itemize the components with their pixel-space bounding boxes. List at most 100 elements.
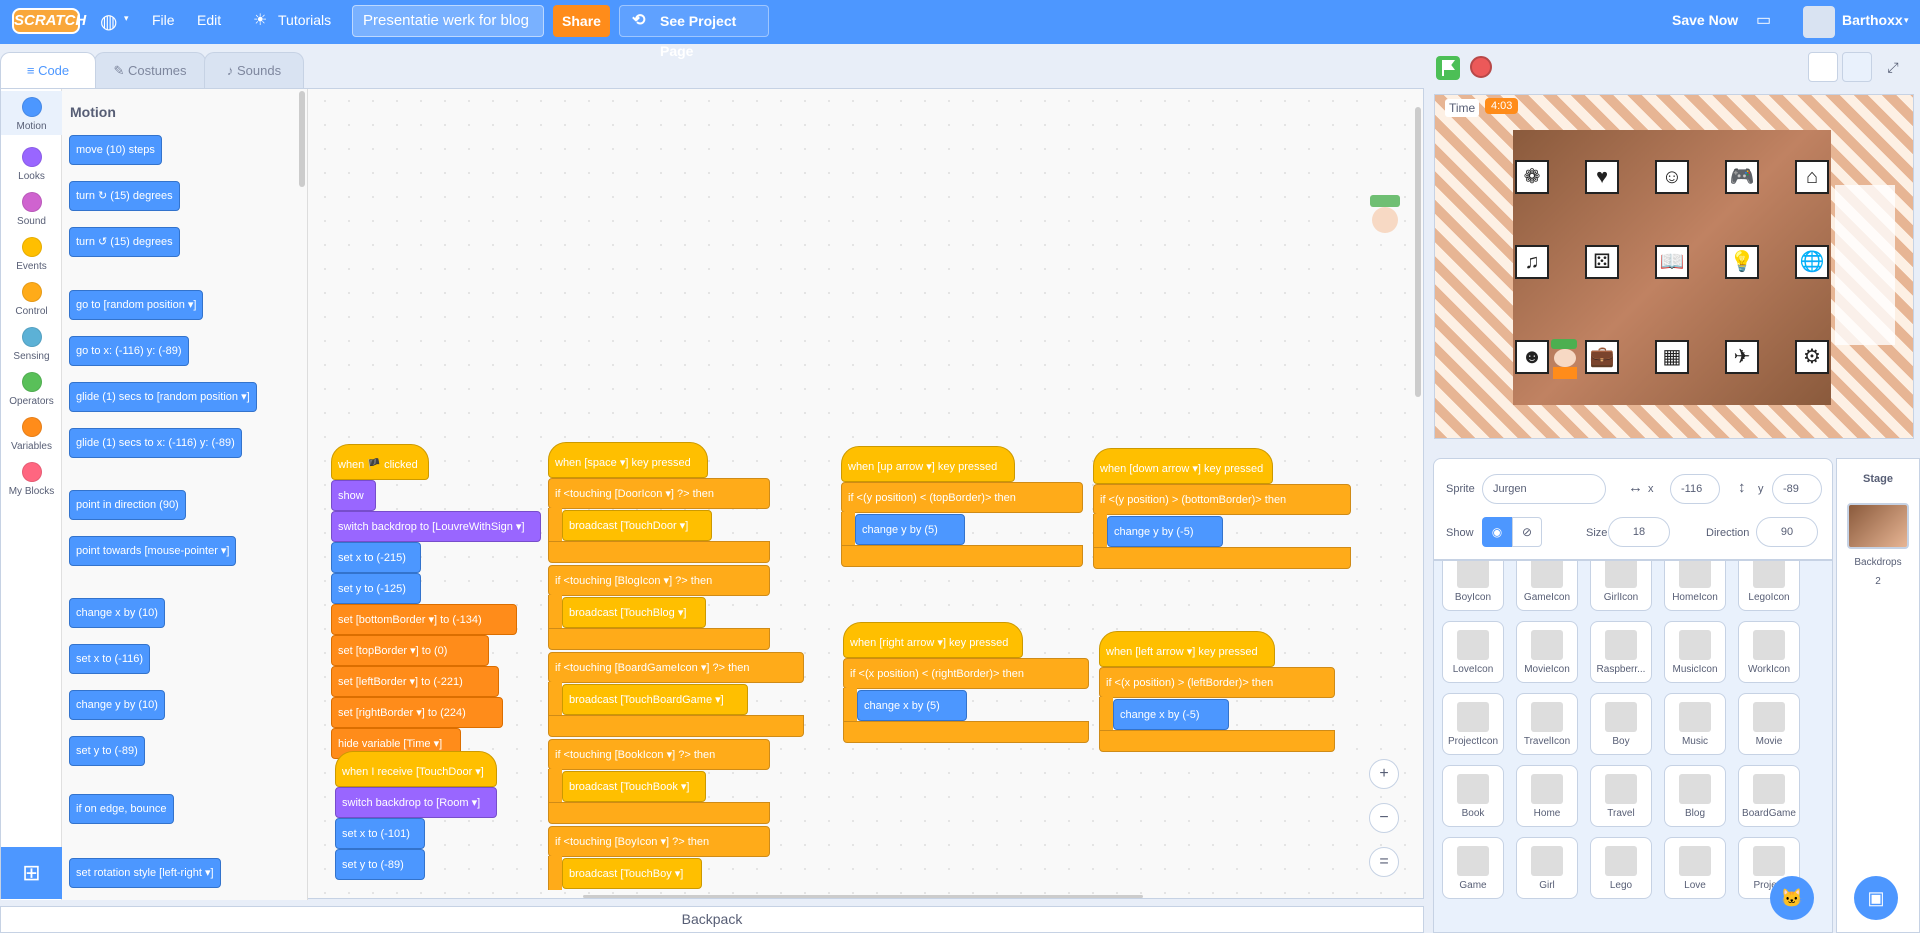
category-sound[interactable]: Sound bbox=[1, 186, 62, 227]
script-block[interactable]: set y to (-89) bbox=[335, 849, 425, 880]
script-block[interactable]: set [bottomBorder ▾] to (-134) bbox=[331, 604, 517, 635]
script-block[interactable]: if <(y position) > (bottomBorder)> then bbox=[1093, 484, 1351, 515]
sprite-tile[interactable]: LegoIcon bbox=[1738, 561, 1800, 611]
tab-code[interactable]: ≡ Code bbox=[0, 52, 96, 88]
script-block[interactable]: when 🏴 clicked bbox=[331, 444, 429, 480]
script-block[interactable]: switch backdrop to [Room ▾] bbox=[335, 787, 497, 818]
globe-icon[interactable]: ◍ bbox=[100, 9, 117, 34]
backdrop-thumbnail[interactable] bbox=[1847, 503, 1909, 549]
script-block[interactable]: set [topBorder ▾] to (0) bbox=[331, 635, 489, 666]
tile-icon[interactable]: ▦ bbox=[1655, 340, 1689, 374]
x-input[interactable]: -116 bbox=[1670, 474, 1720, 504]
workspace-hscrollbar[interactable] bbox=[583, 895, 1143, 898]
tile-icon[interactable]: ⚄ bbox=[1585, 245, 1619, 279]
sprite-name-input[interactable]: Jurgen bbox=[1482, 474, 1606, 504]
zoom-out-button[interactable]: − bbox=[1369, 803, 1399, 833]
tab-costumes[interactable]: ✎ Costumes bbox=[94, 52, 206, 88]
script-block[interactable]: when [up arrow ▾] key pressed bbox=[841, 446, 1015, 482]
zoom-reset-button[interactable]: = bbox=[1369, 847, 1399, 877]
folder-icon[interactable]: ▭ bbox=[1756, 10, 1771, 30]
sprite-tile[interactable]: Boy bbox=[1590, 693, 1652, 755]
hide-eye-icon[interactable]: ⊘ bbox=[1512, 517, 1542, 547]
palette-block[interactable]: move (10) steps bbox=[69, 135, 162, 165]
tile-icon[interactable]: 📖 bbox=[1655, 245, 1689, 279]
script-block[interactable]: show bbox=[331, 480, 376, 511]
script-block[interactable]: when [space ▾] key pressed bbox=[548, 442, 708, 478]
script-block[interactable]: if <touching [BoyIcon ▾] ?> then bbox=[548, 826, 770, 857]
sprite-tile[interactable]: Book bbox=[1442, 765, 1504, 827]
tile-icon[interactable]: ☺ bbox=[1655, 160, 1689, 194]
script-block[interactable]: change y by (-5) bbox=[1107, 516, 1223, 547]
palette-block[interactable]: set rotation style [left-right ▾] bbox=[69, 858, 221, 888]
palette-block[interactable]: turn ↻ (15) degrees bbox=[69, 181, 180, 211]
sprite-tile[interactable]: Girl bbox=[1516, 837, 1578, 899]
script-block[interactable]: set [leftBorder ▾] to (-221) bbox=[331, 666, 499, 697]
script-block[interactable]: if <touching [DoorIcon ▾] ?> then bbox=[548, 478, 770, 509]
sprite-tile[interactable]: WorkIcon bbox=[1738, 621, 1800, 683]
palette-block[interactable]: set y to (-89) bbox=[69, 736, 145, 766]
sprite-tile[interactable]: MusicIcon bbox=[1664, 621, 1726, 683]
zoom-in-button[interactable]: + bbox=[1369, 759, 1399, 789]
sprite-tile[interactable]: HomeIcon bbox=[1664, 561, 1726, 611]
tile-icon[interactable]: ♥ bbox=[1585, 160, 1619, 194]
script-block[interactable]: if <touching [BoardGameIcon ▾] ?> then bbox=[548, 652, 804, 683]
sprite-tile[interactable]: Lego bbox=[1590, 837, 1652, 899]
category-control[interactable]: Control bbox=[1, 276, 62, 317]
palette-block[interactable]: turn ↺ (15) degrees bbox=[69, 227, 180, 257]
script-block[interactable]: if <touching [BlogIcon ▾] ?> then bbox=[548, 565, 770, 596]
script-block[interactable]: if <(x position) < (rightBorder)> then bbox=[843, 658, 1089, 689]
sprite-tile[interactable]: Home bbox=[1516, 765, 1578, 827]
script-block[interactable]: broadcast [TouchBook ▾] bbox=[562, 771, 706, 802]
tile-icon[interactable]: ☻ bbox=[1515, 340, 1549, 374]
green-flag-button[interactable] bbox=[1436, 56, 1460, 80]
palette-block[interactable]: point in direction (90) bbox=[69, 490, 186, 520]
project-title-input[interactable]: Presentatie werk for blog bbox=[352, 5, 544, 37]
sprite-tile[interactable]: Game bbox=[1442, 837, 1504, 899]
direction-input[interactable]: 90 bbox=[1756, 517, 1818, 547]
category-my-blocks[interactable]: My Blocks bbox=[1, 456, 62, 497]
script-block[interactable]: when [down arrow ▾] key pressed bbox=[1093, 448, 1273, 484]
sprite-tile[interactable]: BoardGame bbox=[1738, 765, 1800, 827]
tile-icon[interactable]: ✈ bbox=[1725, 340, 1759, 374]
tile-icon[interactable]: 🌐 bbox=[1795, 245, 1829, 279]
size-input[interactable]: 18 bbox=[1608, 517, 1670, 547]
tile-icon[interactable]: 💼 bbox=[1585, 340, 1619, 374]
tutorials-menu[interactable]: Tutorials bbox=[278, 12, 331, 28]
category-operators[interactable]: Operators bbox=[1, 366, 62, 407]
script-block[interactable]: change x by (5) bbox=[857, 690, 967, 721]
palette-block[interactable]: go to [random position ▾] bbox=[69, 290, 204, 320]
sprite-tile[interactable]: Blog bbox=[1664, 765, 1726, 827]
small-stage-button[interactable] bbox=[1808, 52, 1838, 82]
sprite-tile[interactable]: ProjectIcon bbox=[1442, 693, 1504, 755]
tile-icon[interactable]: 💡 bbox=[1725, 245, 1759, 279]
script-block[interactable]: broadcast [TouchBlog ▾] bbox=[562, 597, 706, 628]
tile-icon[interactable]: ⌂ bbox=[1795, 160, 1829, 194]
script-block[interactable]: set [rightBorder ▾] to (224) bbox=[331, 697, 503, 728]
script-block[interactable]: when [right arrow ▾] key pressed bbox=[843, 622, 1023, 658]
category-events[interactable]: Events bbox=[1, 231, 62, 272]
stage-selector[interactable]: Stage Backdrops 2 bbox=[1836, 458, 1920, 933]
script-workspace[interactable]: when 🏴 clicked show switch backdrop to [… bbox=[313, 89, 1423, 898]
palette-block[interactable]: point towards [mouse-pointer ▾] bbox=[69, 536, 237, 566]
tab-sounds[interactable]: ♪ Sounds bbox=[204, 52, 304, 88]
file-menu[interactable]: File bbox=[152, 12, 175, 28]
sprite-tile[interactable]: MovieIcon bbox=[1516, 621, 1578, 683]
script-block[interactable]: switch backdrop to [LouvreWithSign ▾] bbox=[331, 511, 541, 542]
script-block[interactable]: when [left arrow ▾] key pressed bbox=[1099, 631, 1275, 667]
player-sprite[interactable] bbox=[1551, 339, 1579, 379]
script-block[interactable]: if <touching [BookIcon ▾] ?> then bbox=[548, 739, 770, 770]
palette-block[interactable]: go to x: (-116) y: (-89) bbox=[69, 336, 189, 366]
script-block[interactable]: if <(y position) < (topBorder)> then bbox=[841, 482, 1083, 513]
avatar[interactable] bbox=[1803, 6, 1835, 38]
scratch-logo[interactable]: SCRATCH bbox=[12, 8, 86, 34]
add-sprite-button[interactable]: 🐱 bbox=[1770, 876, 1814, 920]
tile-icon[interactable]: ❁ bbox=[1515, 160, 1549, 194]
palette-block[interactable]: change y by (10) bbox=[69, 690, 165, 720]
backpack[interactable]: Backpack bbox=[0, 906, 1424, 933]
stage-canvas[interactable]: Time 4:03 ❁ ♥ ☺ 🎮 ⌂ ♫ ⚄ 📖 💡 🌐 ☻ 💼 ▦ ✈ ⚙ bbox=[1434, 94, 1914, 439]
script-block[interactable]: when I receive [TouchDoor ▾] bbox=[335, 751, 497, 787]
category-looks[interactable]: Looks bbox=[1, 141, 62, 182]
username[interactable]: Barthoxx bbox=[1842, 12, 1903, 28]
fullscreen-icon[interactable]: ⤢ bbox=[1878, 52, 1908, 82]
category-motion[interactable]: Motion bbox=[1, 91, 62, 135]
